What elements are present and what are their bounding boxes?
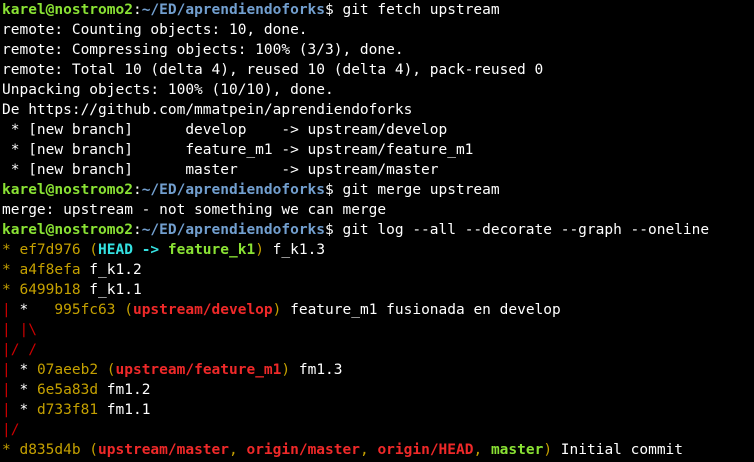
terminal-text: fm1.1: [98, 402, 151, 418]
terminal-text: |/ /: [2, 342, 37, 358]
terminal-text: upstream/master: [98, 442, 229, 458]
terminal-text: |: [2, 402, 20, 418]
terminal-text: 6499b18: [19, 282, 81, 298]
terminal-text: f_k1.2: [80, 262, 142, 278]
terminal-text: * [new branch] develop -> upstream/devel…: [2, 122, 448, 138]
terminal-text: $ git log --all --decorate --graph --one…: [325, 222, 710, 238]
terminal-text: *: [19, 382, 37, 398]
terminal-line: * ef7d976 (HEAD -> feature_k1) f_k1.3: [2, 240, 754, 260]
terminal-text: $ git merge upstream: [325, 182, 500, 198]
terminal-text: origin/HEAD: [377, 442, 474, 458]
terminal-text: remote: Compressing objects: 100% (3/3),…: [2, 42, 404, 58]
terminal-text: ~/ED/aprendiendoforks: [141, 182, 326, 198]
terminal-line: |/: [2, 420, 754, 440]
terminal-text: :: [132, 2, 142, 18]
terminal-text: ): [281, 362, 291, 378]
terminal-text: d835d4b (: [19, 442, 99, 458]
terminal-line: | * 995fc63 (upstream/develop) feature_m…: [2, 300, 754, 320]
terminal-text: Unpacking objects: 100% (10/10), done.: [2, 82, 334, 98]
terminal-text: 6e5a83d: [36, 382, 99, 398]
terminal-text: *: [19, 402, 37, 418]
terminal-text: De https://github.com/mmatpein/aprendien…: [2, 102, 413, 118]
terminal-text: ): [543, 442, 553, 458]
terminal-text: karel@nostromo2: [2, 222, 133, 238]
terminal-text: |: [2, 302, 20, 318]
terminal-line: remote: Compressing objects: 100% (3/3),…: [2, 40, 754, 60]
terminal-text: karel@nostromo2: [2, 2, 133, 18]
terminal-text: *: [2, 262, 20, 278]
terminal-text: upstream/develop: [132, 302, 273, 318]
terminal-text: *: [19, 302, 55, 318]
terminal-text: *: [2, 442, 20, 458]
terminal-text: d733f81: [36, 402, 99, 418]
terminal-line: * [new branch] feature_m1 -> upstream/fe…: [2, 140, 754, 160]
terminal-text: remote: Counting objects: 10, done.: [2, 22, 308, 38]
terminal-text: *: [2, 242, 20, 258]
terminal-line: merge: upstream - not something we can m…: [2, 200, 754, 220]
terminal-line: | * d733f81 fm1.1: [2, 400, 754, 420]
terminal-line: karel@nostromo2:~/ED/aprendiendoforks$ g…: [2, 180, 754, 200]
terminal-text: ): [255, 242, 264, 258]
terminal-text: f_k1.1: [80, 282, 142, 298]
terminal-text: :: [132, 222, 142, 238]
terminal-text: ~/ED/aprendiendoforks: [141, 222, 326, 238]
terminal-line: * [new branch] develop -> upstream/devel…: [2, 120, 754, 140]
terminal-line: remote: Counting objects: 10, done.: [2, 20, 754, 40]
terminal-text: *: [2, 282, 20, 298]
terminal-text: * [new branch] feature_m1 -> upstream/fe…: [2, 142, 474, 158]
terminal-text: Initial commit: [552, 442, 684, 458]
terminal-text: |/: [2, 422, 20, 438]
terminal-text: feature_m1 fusionada en develop: [281, 302, 561, 318]
terminal-text: feature_k1: [167, 242, 256, 258]
terminal-text: |: [2, 382, 20, 398]
terminal-line: | * 07aeeb2 (upstream/feature_m1) fm1.3: [2, 360, 754, 380]
terminal-line: * 6499b18 f_k1.1: [2, 280, 754, 300]
terminal-text: f_k1.3: [263, 242, 326, 258]
terminal-text: upstream/feature_m1: [115, 362, 282, 378]
terminal-text: :: [132, 182, 142, 198]
terminal-line: karel@nostromo2:~/ED/aprendiendoforks$ g…: [2, 0, 754, 20]
terminal-line: Unpacking objects: 100% (10/10), done.: [2, 80, 754, 100]
terminal-line: | * 6e5a83d fm1.2: [2, 380, 754, 400]
terminal-text: ef7d976 (: [19, 242, 99, 258]
terminal-text: *: [19, 362, 37, 378]
terminal-text: fm1.3: [290, 362, 343, 378]
terminal-text: ,: [359, 442, 378, 458]
terminal-text: a4f8efa: [19, 262, 81, 278]
terminal-text: ,: [229, 442, 247, 458]
terminal-text: |: [2, 362, 20, 378]
terminal-text: 07aeeb2 (: [36, 362, 116, 378]
terminal-line: * d835d4b (upstream/master, origin/maste…: [2, 440, 754, 460]
terminal-line: De https://github.com/mmatpein/aprendien…: [2, 100, 754, 120]
terminal-line: * [new branch] master -> upstream/master: [2, 160, 754, 180]
terminal-text: fm1.2: [98, 382, 151, 398]
terminal-window[interactable]: karel@nostromo2:~/ED/aprendiendoforks$ g…: [0, 0, 754, 462]
terminal-text: ,: [473, 442, 491, 458]
terminal-text: HEAD ->: [98, 242, 168, 258]
terminal-line: remote: Total 10 (delta 4), reused 10 (d…: [2, 60, 754, 80]
terminal-text: | |\: [2, 322, 37, 338]
terminal-line: karel@nostromo2:~/ED/aprendiendoforks$ g…: [2, 220, 754, 240]
terminal-text: remote: Total 10 (delta 4), reused 10 (d…: [2, 62, 544, 78]
terminal-line: * a4f8efa f_k1.2: [2, 260, 754, 280]
terminal-line: |/ /: [2, 340, 754, 360]
terminal-text: origin/master: [246, 442, 360, 458]
terminal-text: 995fc63 (: [54, 302, 133, 318]
terminal-text: merge: upstream - not something we can m…: [2, 202, 387, 218]
terminal-text: master: [490, 442, 544, 458]
terminal-line: | |\: [2, 320, 754, 340]
terminal-text: ~/ED/aprendiendoforks: [141, 2, 326, 18]
terminal-text: karel@nostromo2: [2, 182, 133, 198]
terminal-text: * [new branch] master -> upstream/master: [2, 162, 439, 178]
terminal-text: $ git fetch upstream: [325, 2, 500, 18]
